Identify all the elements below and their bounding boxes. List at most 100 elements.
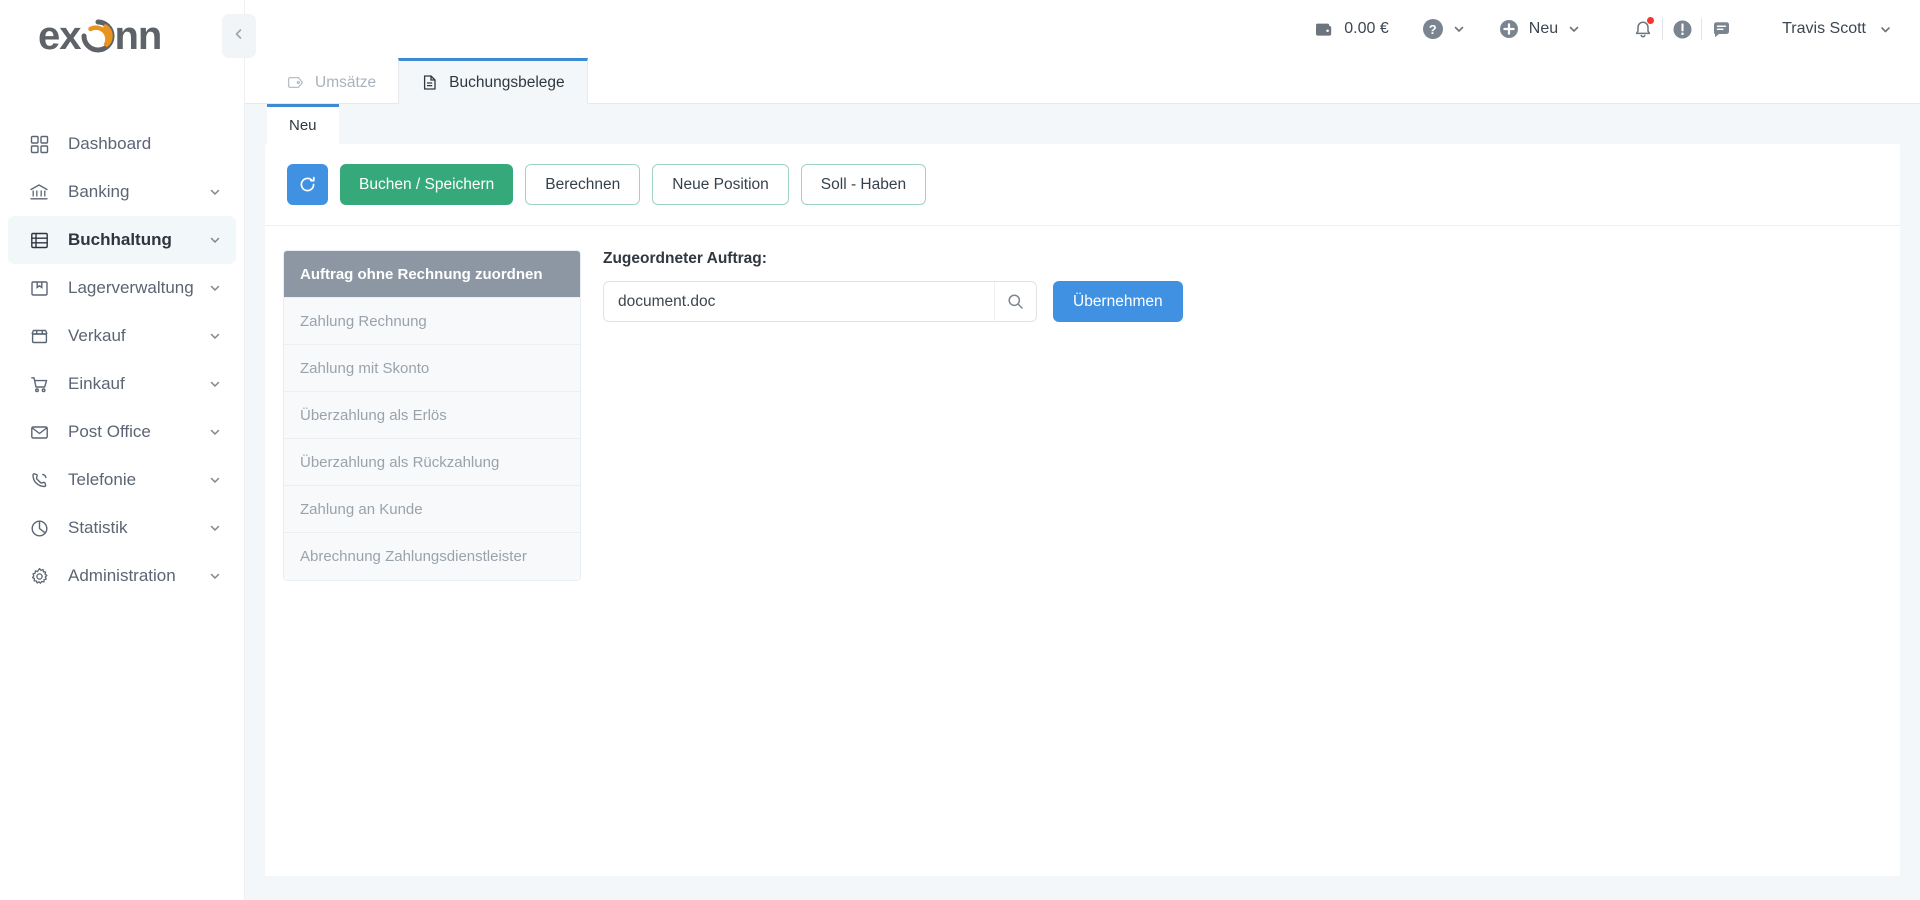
sidebar-item-label: Statistik: [68, 518, 128, 537]
user-name: Travis Scott: [1782, 20, 1866, 37]
cart-icon: [28, 373, 50, 395]
content-card: Buchen / Speichern Berechnen Neue Positi…: [265, 144, 1900, 876]
search-icon: [1007, 293, 1024, 310]
pie-chart-icon: [28, 517, 50, 539]
refresh-button[interactable]: [287, 164, 328, 205]
list-item[interactable]: Zahlung mit Skonto: [284, 345, 580, 392]
chevron-down-icon: [208, 329, 222, 343]
tab-label: Buchungsbelege: [449, 73, 565, 91]
tab-umsaetze[interactable]: Umsätze: [265, 58, 398, 104]
subtab-strip: Neu: [265, 104, 1900, 144]
exclamation-circle-icon: [1672, 19, 1693, 40]
list-item[interactable]: Abrechnung Zahlungsdienstleister: [284, 533, 580, 580]
chevron-down-icon: [208, 377, 222, 391]
main-area: 0.00 € ? Neu Travis Scott Umsätze Buchun…: [245, 0, 1920, 900]
apply-button[interactable]: Übernehmen: [1053, 281, 1183, 322]
subtab-label: Neu: [289, 117, 317, 134]
new-position-button[interactable]: Neue Position: [652, 164, 789, 205]
wallet-amount: 0.00 €: [1344, 20, 1389, 37]
wallet-icon: [1314, 20, 1333, 39]
alerts-button[interactable]: [1663, 10, 1701, 48]
sidebar-item-verkauf[interactable]: Verkauf: [8, 312, 236, 360]
chevron-down-icon: [208, 185, 222, 199]
sidebar-item-telefonie[interactable]: Telefonie: [8, 456, 236, 504]
chevron-down-icon: [1568, 23, 1580, 35]
sidebar-item-label: Lagerverwaltung: [68, 278, 194, 297]
chevron-down-icon: [1879, 23, 1892, 36]
sidebar-item-banking[interactable]: Banking: [8, 168, 236, 216]
gear-icon: [28, 565, 50, 587]
search-button[interactable]: [994, 282, 1036, 321]
logo-swirl-icon: [79, 17, 117, 55]
sidebar-item-label: Telefonie: [68, 470, 137, 489]
list-item[interactable]: Überzahlung als Erlös: [284, 392, 580, 439]
chevron-down-icon: [208, 233, 222, 247]
list-item[interactable]: Zahlung an Kunde: [284, 486, 580, 533]
list-item[interactable]: Zahlung Rechnung: [284, 298, 580, 345]
list-item[interactable]: Auftrag ohne Rechnung zuordnen: [284, 251, 580, 298]
debit-credit-button[interactable]: Soll - Haben: [800, 164, 927, 205]
app-logo[interactable]: ex nn: [0, 0, 244, 72]
assigned-order-row: Übernehmen: [603, 281, 1878, 322]
plus-circle-icon: [1499, 19, 1519, 39]
sidebar-item-lagerverwaltung[interactable]: Lagerverwaltung: [8, 264, 236, 312]
wallet-balance[interactable]: 0.00 €: [1314, 20, 1389, 39]
chevron-left-icon: [233, 27, 245, 45]
chevron-down-icon: [208, 425, 222, 439]
sidebar-item-label: Verkauf: [68, 326, 126, 345]
logo-text-right: nn: [114, 14, 163, 58]
chevron-down-icon: [208, 569, 222, 583]
grid-icon: [28, 133, 50, 155]
content-split: Auftrag ohne Rechnung zuordnen Zahlung R…: [265, 226, 1900, 876]
notifications-button[interactable]: [1624, 10, 1662, 48]
chevron-down-icon: [1453, 23, 1465, 35]
tag-icon: [287, 74, 304, 91]
action-toolbar: Buchen / Speichern Berechnen Neue Positi…: [265, 144, 1900, 226]
sidebar-collapse-button[interactable]: [222, 14, 256, 58]
page-body: Neu Buchen / Speichern Berechnen Neue Po…: [245, 104, 1920, 900]
help-menu[interactable]: ?: [1422, 19, 1465, 39]
chevron-down-icon: [208, 473, 222, 487]
tab-buchungsbelege[interactable]: Buchungsbelege: [398, 58, 588, 104]
sidebar: ex nn Dashboard Banking Buchhaltung Lage…: [0, 0, 256, 900]
ledger-icon: [28, 229, 50, 251]
calculate-button[interactable]: Berechnen: [525, 164, 641, 205]
sidebar-item-dashboard[interactable]: Dashboard: [8, 120, 236, 168]
top-header: 0.00 € ? Neu Travis Scott: [245, 0, 1920, 58]
assignment-form: Zugeordneter Auftrag: document.doc Übern…: [581, 250, 1878, 322]
assigned-order-input-wrap: [603, 281, 1037, 322]
save-button[interactable]: Buchen / Speichern: [340, 164, 514, 205]
sidebar-item-label: Buchhaltung: [68, 230, 172, 249]
sidebar-item-administration[interactable]: Administration: [8, 552, 236, 600]
bank-icon: [28, 181, 50, 203]
sidebar-item-statistik[interactable]: Statistik: [8, 504, 236, 552]
assigned-order-input[interactable]: [618, 292, 994, 311]
refresh-icon: [298, 175, 317, 194]
list-item[interactable]: Überzahlung als Rückzahlung: [284, 439, 580, 486]
notes-button[interactable]: [1702, 10, 1740, 48]
sidebar-item-label: Dashboard: [68, 134, 152, 153]
page-tabs: Umsätze Buchungsbelege: [245, 58, 1920, 104]
box-icon: [28, 277, 50, 299]
envelope-icon: [28, 421, 50, 443]
phone-icon: [28, 469, 50, 491]
question-circle-icon: ?: [1422, 19, 1443, 39]
logo-text-left: ex: [38, 14, 81, 58]
chevron-down-icon: [208, 281, 222, 295]
note-icon: [1711, 19, 1732, 40]
new-menu[interactable]: Neu: [1499, 19, 1580, 39]
document-icon: [421, 74, 438, 91]
subtab-neu[interactable]: Neu: [267, 104, 339, 144]
sidebar-item-buchhaltung[interactable]: Buchhaltung: [8, 216, 236, 264]
tab-label: Umsätze: [315, 73, 377, 91]
sidebar-item-label: Banking: [68, 182, 130, 201]
user-menu[interactable]: Travis Scott: [1782, 20, 1892, 38]
sidebar-item-einkauf[interactable]: Einkauf: [8, 360, 236, 408]
sidebar-item-label: Einkauf: [68, 374, 125, 393]
sidebar-item-label: Post Office: [68, 422, 151, 441]
chevron-down-icon: [208, 521, 222, 535]
assigned-order-label: Zugeordneter Auftrag:: [603, 250, 767, 267]
new-menu-label: Neu: [1528, 20, 1559, 37]
sidebar-item-post-office[interactable]: Post Office: [8, 408, 236, 456]
store-icon: [28, 325, 50, 347]
